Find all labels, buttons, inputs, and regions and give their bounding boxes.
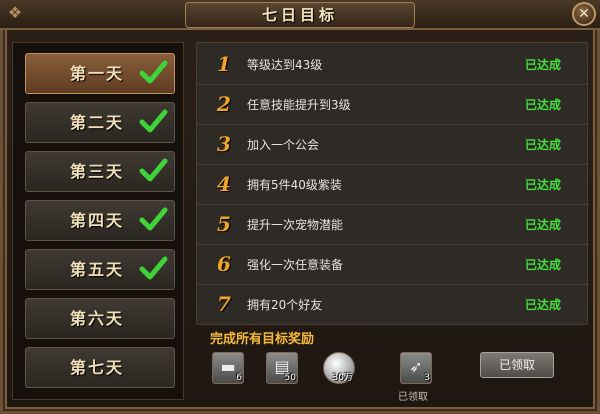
day-label: 第七天 bbox=[70, 358, 125, 377]
checkmark-icon bbox=[139, 60, 168, 84]
day-label: 第一天 bbox=[70, 64, 125, 83]
task-status: 已达成 bbox=[524, 138, 561, 152]
item-quantity: 50 bbox=[284, 373, 296, 383]
title-bar: ❖ 七日目标 ✕ bbox=[0, 0, 600, 30]
task-row: 1 等级达到43级 已达成 bbox=[197, 45, 589, 85]
task-status: 已达成 bbox=[524, 298, 561, 312]
reward-item-scroll[interactable]: ▤ 50 bbox=[266, 352, 298, 384]
task-description: 等级达到43级 bbox=[247, 58, 323, 72]
task-number: 2 bbox=[217, 92, 231, 116]
reward-item-anvil[interactable]: ▬ 6 bbox=[212, 352, 244, 384]
task-description: 拥有20个好友 bbox=[247, 298, 323, 312]
task-row: 6 强化一次任意装备 已达成 bbox=[197, 245, 589, 285]
claim-reward-button[interactable]: 已领取 bbox=[480, 352, 554, 378]
reward-item-silver[interactable]: 30万 bbox=[323, 352, 355, 384]
checkmark-icon bbox=[139, 109, 168, 133]
reward-item-feather[interactable]: ➶ 3 bbox=[400, 352, 432, 384]
task-list: 1 等级达到43级 已达成 2 任意技能提升到3级 已达成 3 加入一个公会 已… bbox=[196, 42, 589, 325]
ornament-icon: ❖ bbox=[7, 3, 23, 22]
day-tab-7[interactable]: 第七天 bbox=[25, 347, 175, 388]
day-tab-2[interactable]: 第二天 bbox=[25, 102, 175, 143]
close-button[interactable]: ✕ bbox=[572, 2, 596, 26]
task-description: 拥有5件40级紫装 bbox=[247, 178, 342, 192]
task-row: 7 拥有20个好友 已达成 bbox=[197, 285, 589, 325]
task-status: 已达成 bbox=[524, 58, 561, 72]
day-tab-4[interactable]: 第四天 bbox=[25, 200, 175, 241]
day-label: 第六天 bbox=[70, 309, 125, 328]
task-row: 5 提升一次宠物潜能 已达成 bbox=[197, 205, 589, 245]
task-number: 5 bbox=[217, 212, 231, 236]
task-number: 3 bbox=[217, 132, 231, 156]
claimed-label: 已领取 bbox=[398, 392, 428, 403]
day-label: 第二天 bbox=[70, 113, 125, 132]
checkmark-icon bbox=[139, 158, 168, 182]
day-tab-6[interactable]: 第六天 bbox=[25, 298, 175, 339]
task-number: 1 bbox=[217, 52, 231, 76]
item-quantity: 30万 bbox=[332, 373, 353, 383]
checkmark-icon bbox=[139, 207, 168, 231]
task-description: 提升一次宠物潜能 bbox=[247, 218, 344, 232]
reward-title: 完成所有目标奖励 bbox=[210, 332, 315, 347]
checkmark-icon bbox=[139, 256, 168, 280]
day-tab-3[interactable]: 第三天 bbox=[25, 151, 175, 192]
task-row: 4 拥有5件40级紫装 已达成 bbox=[197, 165, 589, 205]
task-row: 3 加入一个公会 已达成 bbox=[197, 125, 589, 165]
day-label: 第四天 bbox=[70, 211, 125, 230]
item-quantity: 3 bbox=[424, 373, 430, 383]
day-label: 第五天 bbox=[70, 260, 125, 279]
task-status: 已达成 bbox=[524, 258, 561, 272]
task-status: 已达成 bbox=[524, 178, 561, 192]
task-description: 强化一次任意装备 bbox=[247, 258, 344, 272]
item-quantity: 6 bbox=[236, 373, 242, 383]
day-list: 第一天 第二天 第三天 第四天 第五天 第六天 第七天 bbox=[12, 42, 184, 400]
task-description: 加入一个公会 bbox=[247, 138, 320, 152]
task-number: 7 bbox=[217, 292, 231, 316]
task-number: 6 bbox=[217, 252, 231, 276]
day-tab-5[interactable]: 第五天 bbox=[25, 249, 175, 290]
day-label: 第三天 bbox=[70, 162, 125, 181]
window-title: 七日目标 bbox=[185, 2, 415, 28]
day-tab-1[interactable]: 第一天 bbox=[25, 53, 175, 94]
task-description: 任意技能提升到3级 bbox=[247, 98, 351, 112]
task-number: 4 bbox=[217, 172, 231, 196]
task-status: 已达成 bbox=[524, 98, 561, 112]
task-status: 已达成 bbox=[524, 218, 561, 232]
task-row: 2 任意技能提升到3级 已达成 bbox=[197, 85, 589, 125]
